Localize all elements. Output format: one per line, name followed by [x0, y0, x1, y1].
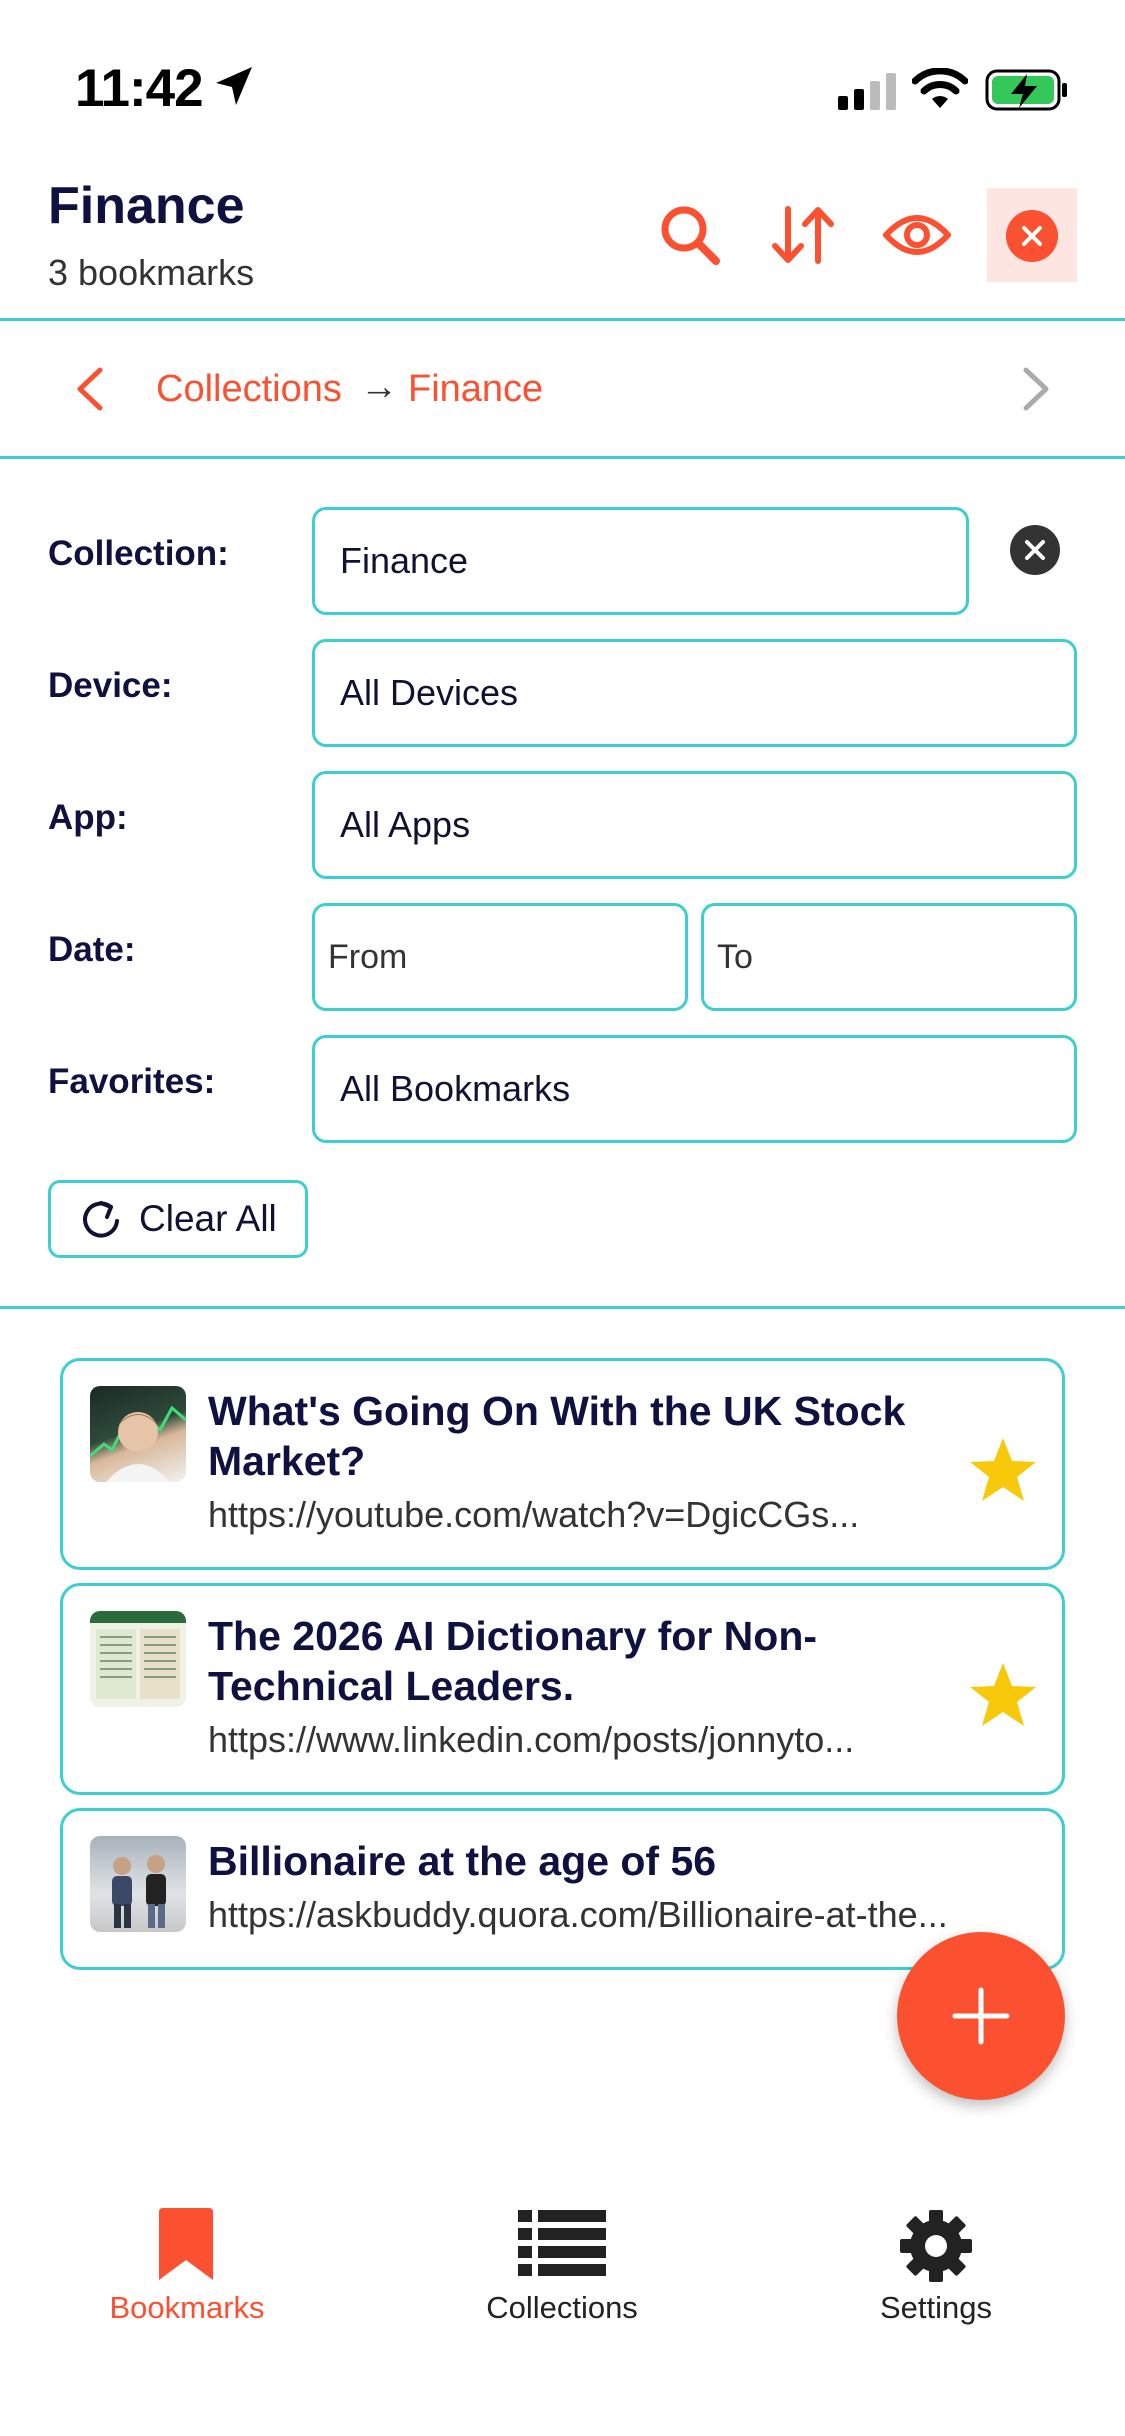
location-arrow-icon — [216, 67, 252, 105]
close-icon — [1006, 210, 1058, 262]
divider — [0, 456, 1125, 459]
bookmark-title: What's Going On With the UK Stock Market… — [208, 1388, 906, 1484]
breadcrumb-separator: → — [360, 366, 398, 408]
nav-settings[interactable]: Settings — [786, 2200, 1086, 2340]
star-icon[interactable] — [968, 1660, 1038, 1730]
collection-field[interactable]: Finance — [312, 507, 969, 615]
bookmark-card[interactable]: The 2026 AI Dictionary for Non-Technical… — [60, 1583, 1065, 1795]
add-bookmark-button[interactable] — [897, 1932, 1065, 2100]
status-time: 11:42 — [75, 59, 204, 118]
favorites-field[interactable]: All Bookmarks — [312, 1035, 1077, 1143]
bookmark-url: https://www.linkedin.com/posts/jonnyto..… — [208, 1719, 855, 1760]
bookmark-card[interactable]: Billionaire at the age of 56 https://ask… — [60, 1808, 1065, 1970]
signal-icon — [838, 73, 896, 110]
nav-settings-label: Settings — [879, 2290, 992, 2325]
nav-collections[interactable]: Collections — [412, 2200, 712, 2340]
chevron-left-icon[interactable] — [72, 366, 108, 412]
bookmark-icon — [159, 2208, 213, 2280]
favorites-label: Favorites: — [48, 1062, 216, 1101]
device-field[interactable]: All Devices — [312, 639, 1077, 747]
breadcrumb-current: Finance — [408, 368, 544, 410]
bookmark-thumbnail — [90, 1836, 186, 1932]
plus-icon — [952, 1987, 1010, 2045]
collection-label: Collection: — [48, 534, 229, 573]
close-button[interactable] — [987, 188, 1077, 282]
clear-all-label: Clear All — [139, 1198, 277, 1239]
bookmark-title: The 2026 AI Dictionary for Non-Technical… — [208, 1613, 818, 1709]
clear-circle-icon[interactable] — [1010, 525, 1060, 575]
list-icon — [518, 2210, 606, 2276]
nav-bookmarks-label: Bookmarks — [109, 2290, 265, 2325]
bookmark-thumbnail — [90, 1386, 186, 1482]
date-label: Date: — [48, 930, 136, 969]
bookmark-thumbnail — [90, 1611, 186, 1707]
app-label: App: — [48, 798, 128, 837]
refresh-icon — [83, 1201, 119, 1238]
nav-collections-label: Collections — [486, 2290, 638, 2325]
bookmark-title: Billionaire at the age of 56 — [208, 1838, 717, 1884]
date-to-field[interactable]: To — [701, 903, 1077, 1011]
star-icon[interactable] — [968, 1435, 1038, 1505]
app-field[interactable]: All Apps — [312, 771, 1077, 879]
divider — [0, 318, 1125, 321]
wifi-icon — [912, 68, 968, 108]
search-icon — [661, 206, 720, 265]
sort-icon — [772, 206, 834, 264]
page-title: Finance — [48, 177, 245, 235]
visibility-button[interactable] — [872, 190, 962, 280]
nav-bookmarks[interactable]: Bookmarks — [37, 2200, 337, 2340]
breadcrumb-collections[interactable]: Collections — [156, 368, 342, 411]
bookmark-url: https://youtube.com/watch?v=DgicCGs... — [208, 1494, 860, 1535]
eye-icon — [883, 215, 951, 255]
clear-all-button[interactable]: Clear All — [48, 1180, 308, 1258]
gear-icon — [900, 2210, 972, 2282]
battery-icon — [985, 69, 1067, 111]
sort-button[interactable] — [758, 190, 848, 280]
device-label: Device: — [48, 666, 173, 705]
divider — [0, 1306, 1125, 1309]
date-from-field[interactable]: From — [312, 903, 688, 1011]
bookmark-card[interactable]: What's Going On With the UK Stock Market… — [60, 1358, 1065, 1570]
chevron-right-icon[interactable] — [1018, 366, 1054, 412]
bookmark-count: 3 bookmarks — [48, 252, 255, 293]
bookmark-url: https://askbuddy.quora.com/Billionaire-a… — [208, 1894, 948, 1935]
search-button[interactable] — [645, 190, 735, 280]
